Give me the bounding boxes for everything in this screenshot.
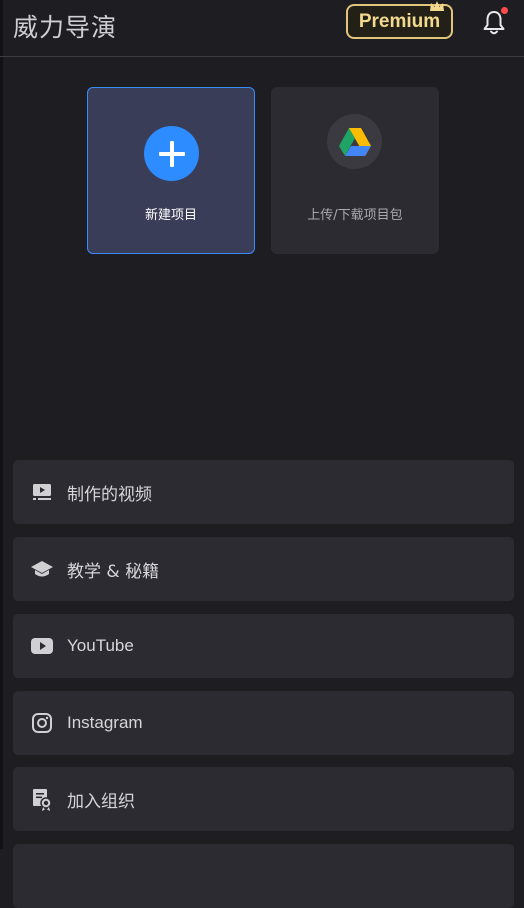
notification-dot [501, 7, 508, 14]
certificate-icon [30, 787, 54, 811]
graduation-cap-icon [30, 557, 54, 581]
upload-download-package-label: 上传/下载项目包 [307, 208, 403, 223]
premium-label: Premium [358, 10, 441, 32]
menu-item-join-organization[interactable]: 加入组织 [13, 767, 514, 831]
menu-item-partial[interactable] [13, 844, 514, 908]
notification-button[interactable] [481, 7, 508, 37]
menu-item-instagram[interactable]: Instagram [13, 691, 514, 755]
menu-label: 加入组织 [67, 791, 135, 812]
menu-item-produced-videos[interactable]: 制作的视频 [13, 460, 514, 524]
crown-icon [430, 1, 444, 11]
menu-label: YouTube [67, 636, 134, 655]
new-project-card[interactable]: 新建项目 [87, 87, 255, 254]
youtube-icon [30, 634, 54, 658]
new-project-label: 新建项目 [144, 208, 197, 223]
produced-video-icon [30, 480, 54, 504]
app-header: 威力导演 Premium [0, 0, 524, 57]
upload-download-package-card[interactable]: 上传/下载项目包 [271, 87, 439, 254]
google-drive-icon [327, 114, 382, 169]
plus-icon [144, 126, 199, 181]
menu-label: 教学 & 秘籍 [67, 561, 160, 582]
menu-item-tutorials-tips[interactable]: 教学 & 秘籍 [13, 537, 514, 601]
menu-label: 制作的视频 [67, 484, 152, 505]
left-edge [0, 0, 3, 849]
menu-item-youtube[interactable]: YouTube [13, 614, 514, 678]
premium-button[interactable]: Premium [346, 1, 453, 39]
instagram-icon [30, 711, 54, 735]
app-title: 威力导演 [13, 13, 118, 42]
menu-label: Instagram [67, 713, 143, 732]
